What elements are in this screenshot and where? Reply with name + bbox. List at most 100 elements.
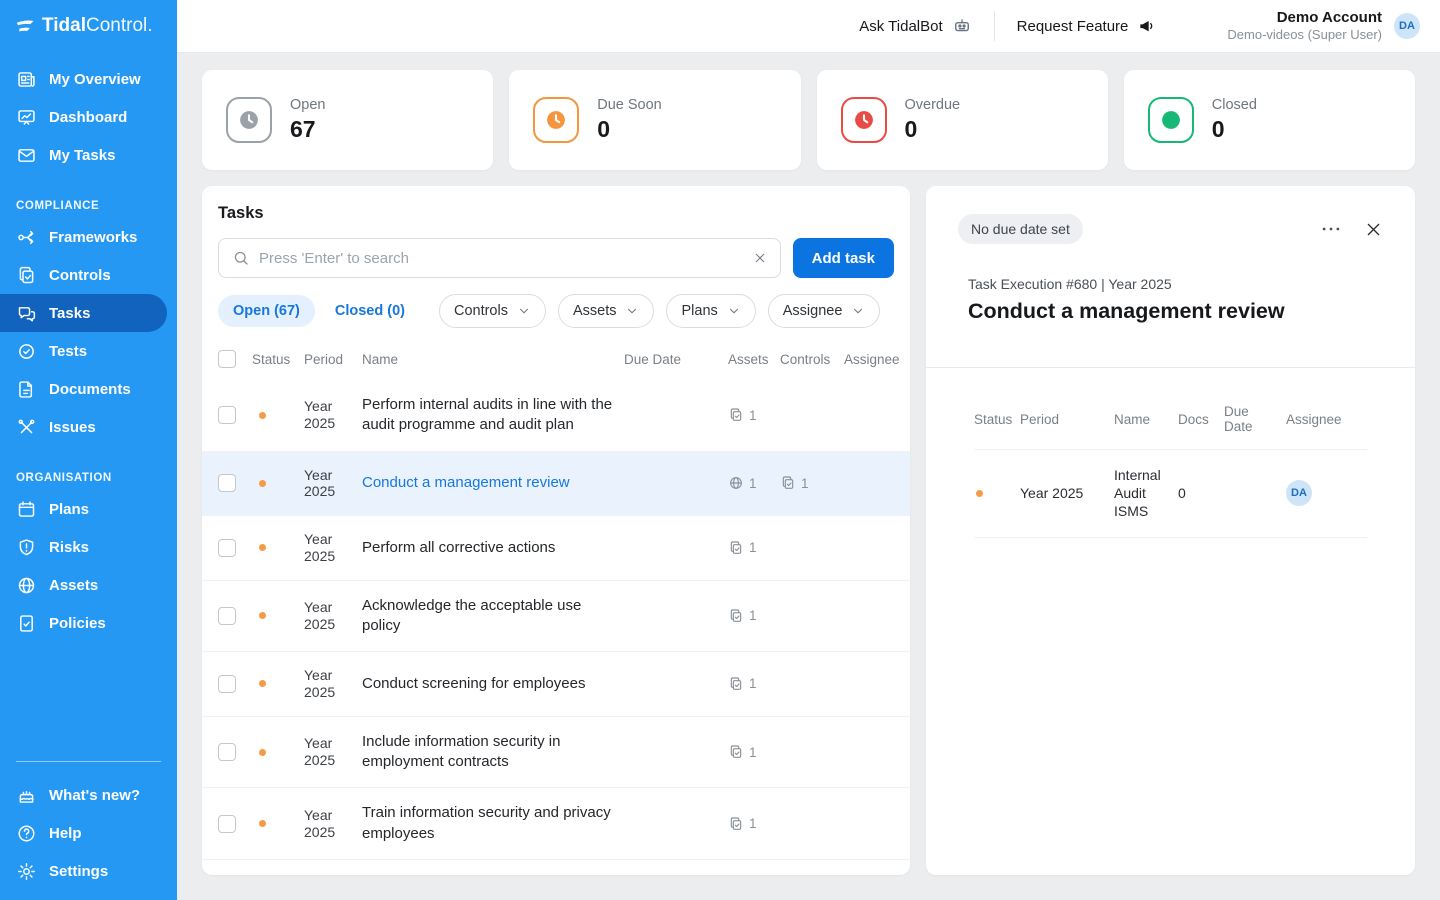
row-period: Year 2025 bbox=[304, 667, 354, 701]
table-row[interactable]: Year 2025 Implement awareness training f… bbox=[202, 860, 910, 875]
sidebar-item[interactable]: Plans bbox=[0, 490, 167, 528]
row-name[interactable]: Train information security and privacy e… bbox=[362, 803, 616, 844]
row-checkbox[interactable] bbox=[218, 675, 236, 693]
account-info[interactable]: Demo Account Demo-videos (Super User) bbox=[1227, 9, 1382, 44]
sidebar-item[interactable]: Issues bbox=[0, 408, 167, 446]
sidebar-item[interactable]: Policies bbox=[0, 604, 167, 642]
sidebar-item[interactable]: Tests bbox=[0, 332, 167, 370]
sidebar-item[interactable]: Frameworks bbox=[0, 218, 167, 256]
linked-table-header: Status Period Name Docs Due Date Assigne… bbox=[974, 404, 1367, 450]
table-row[interactable]: Year 2025 Conduct a management review 1 … bbox=[202, 452, 910, 517]
sidebar-item[interactable]: Controls bbox=[0, 256, 167, 294]
row-name[interactable]: Perform internal audits in line with the… bbox=[362, 395, 616, 436]
stat-card[interactable]: Open 67 bbox=[202, 70, 493, 170]
account-avatar[interactable]: DA bbox=[1394, 13, 1420, 39]
row-checkbox[interactable] bbox=[218, 743, 236, 761]
row-checkbox[interactable] bbox=[218, 607, 236, 625]
stat-card[interactable]: Overdue 0 bbox=[817, 70, 1108, 170]
sidebar-footer: What's new? Help Settings bbox=[0, 749, 177, 900]
sidebar-divider bbox=[16, 761, 161, 762]
filter-dropdown[interactable]: Plans bbox=[666, 294, 755, 328]
table-row[interactable]: Year 2025 Include information security i… bbox=[202, 717, 910, 789]
col-name: Name bbox=[362, 352, 616, 367]
row-name[interactable]: Conduct screening for employees bbox=[362, 674, 616, 694]
status-dot bbox=[259, 749, 266, 756]
sidebar-item-icon bbox=[16, 69, 37, 90]
clear-search-icon[interactable] bbox=[753, 251, 767, 265]
row-checkbox[interactable] bbox=[218, 406, 236, 424]
sidebar-footer-item[interactable]: Help bbox=[0, 814, 167, 852]
row-period: Year 2025 bbox=[304, 531, 354, 565]
main-area: Ask TidalBot Request Feature Demo Accoun… bbox=[177, 0, 1440, 900]
sidebar-item[interactable]: My Overview bbox=[0, 60, 167, 98]
col-assignee: Assignee bbox=[1286, 412, 1342, 427]
row-checkbox[interactable] bbox=[218, 539, 236, 557]
sidebar-item-icon bbox=[16, 145, 37, 166]
filter-open-chip[interactable]: Open (67) bbox=[218, 295, 315, 327]
row-name[interactable]: Perform all corrective actions bbox=[362, 538, 616, 558]
search-row: Add task bbox=[202, 238, 910, 278]
stat-card[interactable]: Due Soon 0 bbox=[509, 70, 800, 170]
search-input[interactable] bbox=[259, 250, 744, 267]
row-checkbox[interactable] bbox=[218, 474, 236, 492]
sidebar-footer-item-icon bbox=[16, 823, 37, 844]
status-dot bbox=[259, 480, 266, 487]
filter-dropdown[interactable]: Assignee bbox=[768, 294, 881, 328]
stat-clock-icon bbox=[841, 97, 887, 143]
filter-dropdown[interactable]: Assets bbox=[558, 294, 655, 328]
sidebar-footer-item-icon bbox=[16, 785, 37, 806]
row-controls-count: 1 bbox=[728, 407, 772, 423]
more-options-icon[interactable] bbox=[1320, 218, 1342, 240]
sidebar-item-icon bbox=[16, 537, 37, 558]
status-dot bbox=[259, 612, 266, 619]
request-feature-button[interactable]: Request Feature bbox=[995, 0, 1180, 52]
select-all-checkbox[interactable] bbox=[218, 350, 236, 368]
close-icon[interactable] bbox=[1364, 220, 1383, 239]
row-name[interactable]: Conduct a management review bbox=[362, 473, 616, 493]
sidebar-item-label: Tasks bbox=[49, 305, 90, 322]
table-row[interactable]: Year 2025 Conduct screening for employee… bbox=[202, 652, 910, 717]
ask-tidalbot-button[interactable]: Ask TidalBot bbox=[837, 0, 993, 52]
stat-card[interactable]: Closed 0 bbox=[1124, 70, 1415, 170]
sidebar-footer-item-label: Settings bbox=[49, 863, 108, 880]
filter-dropdown[interactable]: Controls bbox=[439, 294, 546, 328]
controls-copy-icon bbox=[728, 608, 744, 624]
sidebar-item-label: Plans bbox=[49, 501, 89, 518]
assignee-avatar[interactable]: DA bbox=[1286, 480, 1312, 506]
row-checkbox[interactable] bbox=[218, 815, 236, 833]
stat-value: 0 bbox=[597, 116, 662, 143]
col-name: Name bbox=[1114, 412, 1172, 427]
filter-dropdown-label: Assets bbox=[573, 303, 617, 319]
filter-closed-chip[interactable]: Closed (0) bbox=[327, 295, 413, 327]
col-status: Status bbox=[974, 412, 1014, 427]
request-feature-label: Request Feature bbox=[1017, 18, 1129, 35]
account-subtitle: Demo-videos (Super User) bbox=[1227, 27, 1382, 43]
sidebar-item[interactable]: Documents bbox=[0, 370, 167, 408]
sidebar-item-icon bbox=[16, 417, 37, 438]
table-row[interactable]: Year 2025 Perform all corrective actions… bbox=[202, 516, 910, 581]
sidebar-item[interactable]: Assets bbox=[0, 566, 167, 604]
status-dot bbox=[259, 544, 266, 551]
linked-assessment-row[interactable]: Year 2025 Internal Audit ISMS 0 DA bbox=[974, 450, 1367, 538]
table-row[interactable]: Year 2025 Train information security and… bbox=[202, 788, 910, 860]
sidebar-footer-item[interactable]: What's new? bbox=[0, 776, 167, 814]
table-row[interactable]: Year 2025 Acknowledge the acceptable use… bbox=[202, 581, 910, 653]
stat-label: Closed bbox=[1212, 97, 1257, 113]
tasks-panel: Tasks Add task Open (67) Closed (0) bbox=[202, 186, 910, 875]
sidebar-item-label: My Tasks bbox=[49, 147, 115, 164]
linked-name: Internal Audit ISMS bbox=[1114, 466, 1172, 521]
sidebar-item[interactable]: Tasks bbox=[0, 294, 167, 332]
row-controls-count: 1 bbox=[728, 816, 772, 832]
table-row[interactable]: Year 2025 Perform internal audits in lin… bbox=[202, 380, 910, 452]
sidebar-item[interactable]: Risks bbox=[0, 528, 167, 566]
row-name[interactable]: Acknowledge the acceptable use policy bbox=[362, 596, 616, 637]
add-task-button[interactable]: Add task bbox=[793, 238, 894, 278]
row-name[interactable]: Include information security in employme… bbox=[362, 732, 616, 773]
sidebar-item-label: Frameworks bbox=[49, 229, 137, 246]
controls-copy-icon bbox=[728, 407, 744, 423]
col-controls: Controls bbox=[780, 352, 836, 367]
sidebar-footer-item[interactable]: Settings bbox=[0, 852, 167, 890]
sidebar-item[interactable]: Dashboard bbox=[0, 98, 167, 136]
brand-logo[interactable]: TidalControl. bbox=[0, 0, 177, 50]
sidebar-item[interactable]: My Tasks bbox=[0, 136, 167, 174]
